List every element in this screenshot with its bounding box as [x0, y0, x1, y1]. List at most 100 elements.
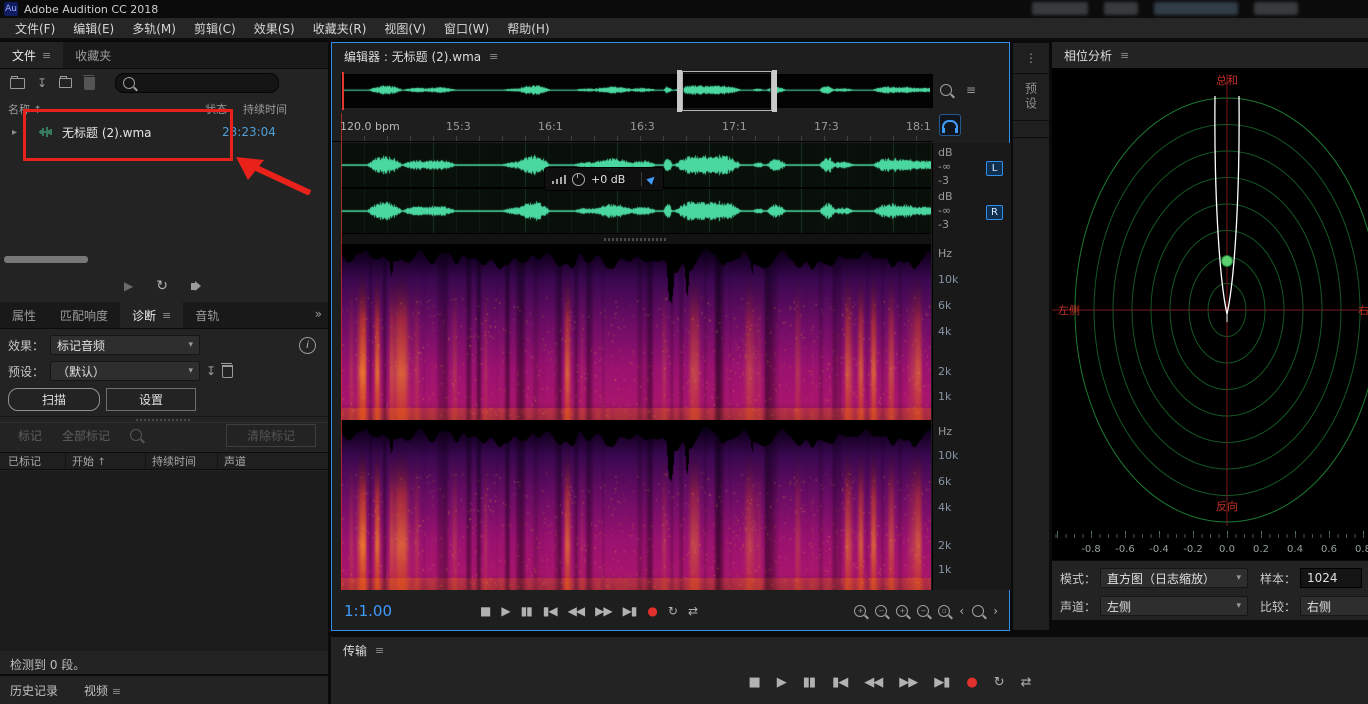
list-view-icon[interactable]: ≡: [966, 83, 976, 97]
transport-rewind-icon[interactable]: ◀◀: [864, 675, 882, 690]
menu-item-0[interactable]: 文件(F): [6, 20, 64, 37]
settings-button[interactable]: 设置: [106, 388, 196, 411]
monitor-box[interactable]: [939, 114, 961, 136]
panel-menu-icon[interactable]: ≡: [42, 49, 51, 62]
column-channel[interactable]: 声道: [224, 453, 322, 469]
overview-waveform[interactable]: [342, 75, 930, 105]
expander-icon[interactable]: ▸: [12, 127, 17, 138]
timeline-ruler[interactable]: 120.0 bpm 15:316:116:317:117:318:1: [332, 113, 932, 142]
editor-skip-to-start-icon[interactable]: ▮◀: [543, 604, 557, 618]
ruler-ticks[interactable]: 15:316:116:317:117:318:1: [341, 113, 931, 141]
volume-hud[interactable]: +0 dB ▶: [544, 167, 664, 191]
tab-mixer[interactable]: 音轨: [183, 302, 231, 328]
channel-select[interactable]: 左侧▾: [1100, 596, 1248, 616]
diagnostics-results-table[interactable]: [0, 471, 328, 651]
panel-menu-icon[interactable]: ≡: [162, 309, 171, 322]
menu-item-2[interactable]: 多轨(M): [123, 20, 185, 37]
tab-files[interactable]: 文件 ≡: [0, 42, 63, 68]
transport-loop-icon[interactable]: ↻: [994, 675, 1004, 690]
transport-skip-to-end-icon[interactable]: ▶▮: [934, 675, 949, 690]
pin-icon[interactable]: ▶: [646, 172, 659, 185]
menu-item-1[interactable]: 编辑(E): [64, 20, 123, 37]
search-marks-icon[interactable]: [130, 429, 142, 441]
open-file-icon[interactable]: [10, 78, 25, 89]
overview-strip[interactable]: [341, 74, 933, 108]
effect-select[interactable]: 标记音频▾: [50, 335, 200, 355]
zoom-navigator-icon[interactable]: [940, 84, 952, 96]
editor-skip-to-end-icon[interactable]: ▶▮: [623, 604, 637, 618]
zoom-out-icon[interactable]: −: [875, 605, 887, 617]
tab-diagnostics[interactable]: 诊断 ≡: [120, 302, 183, 328]
tab-favorites[interactable]: 收藏夹: [63, 42, 123, 68]
editor-play-icon[interactable]: ▶: [501, 604, 509, 618]
transport-skip-to-start-icon[interactable]: ▮◀: [832, 675, 847, 690]
more-dots-icon[interactable]: ⋮: [1013, 51, 1049, 65]
editor-skip-selection-icon[interactable]: ⇄: [688, 604, 697, 618]
volume-knob-icon[interactable]: [572, 173, 585, 186]
phase-scope[interactable]: 总和 左侧 右侧 反向 -0.8-0.6-0.4-0.20.00.20.40.6…: [1052, 68, 1368, 560]
zoom-out-horizontal-icon[interactable]: −: [917, 605, 929, 617]
menu-item-3[interactable]: 剪辑(C): [185, 20, 245, 37]
menu-item-6[interactable]: 视图(V): [375, 20, 435, 37]
zoom-in-icon[interactable]: +: [854, 605, 866, 617]
zoom-to-selection-icon[interactable]: ▫: [938, 605, 950, 617]
volume-value[interactable]: +0 dB: [591, 173, 625, 186]
scan-button[interactable]: 扫描: [8, 388, 100, 411]
spectrogram-left-channel[interactable]: [341, 244, 931, 420]
collapsed-presets-tab[interactable]: 预设: [1023, 82, 1040, 112]
info-icon[interactable]: i: [299, 337, 316, 354]
column-duration[interactable]: 持续时间: [243, 101, 287, 117]
mark-all-button[interactable]: 全部标记: [62, 427, 110, 444]
playhead-line[interactable]: [341, 113, 342, 590]
editor-record-icon[interactable]: ●: [647, 604, 656, 618]
transport-stop-icon[interactable]: ■: [748, 675, 759, 690]
zoom-navigate-icon[interactable]: [972, 605, 984, 617]
scroll-right-icon[interactable]: ›: [993, 604, 997, 618]
menu-item-7[interactable]: 窗口(W): [435, 20, 498, 37]
mark-button[interactable]: 标记: [18, 427, 42, 444]
panel-menu-icon[interactable]: ≡: [112, 685, 121, 698]
editor-loop-icon[interactable]: ↻: [668, 604, 677, 618]
editor-rewind-icon[interactable]: ◀◀: [568, 604, 584, 618]
panel-menu-icon[interactable]: ≡: [1120, 49, 1129, 62]
save-preset-icon[interactable]: ↧: [206, 364, 216, 378]
delete-preset-icon[interactable]: [222, 365, 233, 378]
column-start[interactable]: 开始 ↑: [72, 453, 146, 469]
zoom-in-horizontal-icon[interactable]: +: [896, 605, 908, 617]
tab-video[interactable]: 视频 ≡: [84, 682, 121, 699]
transport-play-icon[interactable]: ▶: [777, 675, 786, 690]
panel-menu-icon[interactable]: ≡: [489, 50, 498, 63]
mode-select[interactable]: 直方图（日志缩放）▾: [1100, 568, 1248, 588]
scroll-left-icon[interactable]: ‹: [959, 604, 963, 618]
transport-pause-icon[interactable]: ▮▮: [803, 675, 815, 690]
tab-match-loudness[interactable]: 匹配响度: [48, 302, 120, 328]
compare-select[interactable]: 右侧▾: [1300, 596, 1368, 616]
menu-item-4[interactable]: 效果(S): [245, 20, 304, 37]
tab-history[interactable]: 历史记录: [10, 682, 58, 699]
auto-play-speaker-icon[interactable]: [191, 283, 196, 290]
preview-loop-button[interactable]: ↻: [156, 278, 167, 294]
new-bin-icon[interactable]: [59, 78, 72, 88]
waveform-right-channel[interactable]: [341, 189, 931, 233]
channel-right-button[interactable]: R: [986, 205, 1003, 220]
editor-stop-icon[interactable]: ■: [480, 604, 490, 618]
channel-left-button[interactable]: L: [986, 161, 1003, 176]
preset-select[interactable]: （默认）▾: [50, 361, 200, 381]
horizontal-scrollbar[interactable]: [4, 256, 88, 263]
tab-properties[interactable]: 属性: [0, 302, 48, 328]
import-file-icon[interactable]: ↧: [37, 76, 47, 90]
transport-skip-selection-icon[interactable]: ⇄: [1021, 675, 1031, 690]
samples-input[interactable]: 1024: [1300, 568, 1362, 588]
overview-selection-box[interactable]: [682, 71, 772, 111]
transport-fast-forward-icon[interactable]: ▶▶: [899, 675, 917, 690]
search-box[interactable]: [115, 73, 279, 93]
tab-overflow-icon[interactable]: »: [315, 307, 322, 321]
overview-playhead[interactable]: [342, 72, 344, 110]
editor-pause-icon[interactable]: ▮▮: [521, 604, 532, 618]
spectrogram-right-channel[interactable]: [341, 422, 931, 590]
clear-marks-button[interactable]: 清除标记: [226, 424, 316, 447]
menu-item-5[interactable]: 收藏夹(R): [304, 20, 376, 37]
column-duration[interactable]: 持续时间: [152, 453, 218, 469]
panel-menu-icon[interactable]: ≡: [375, 644, 384, 657]
transport-record-icon[interactable]: ●: [966, 675, 976, 690]
